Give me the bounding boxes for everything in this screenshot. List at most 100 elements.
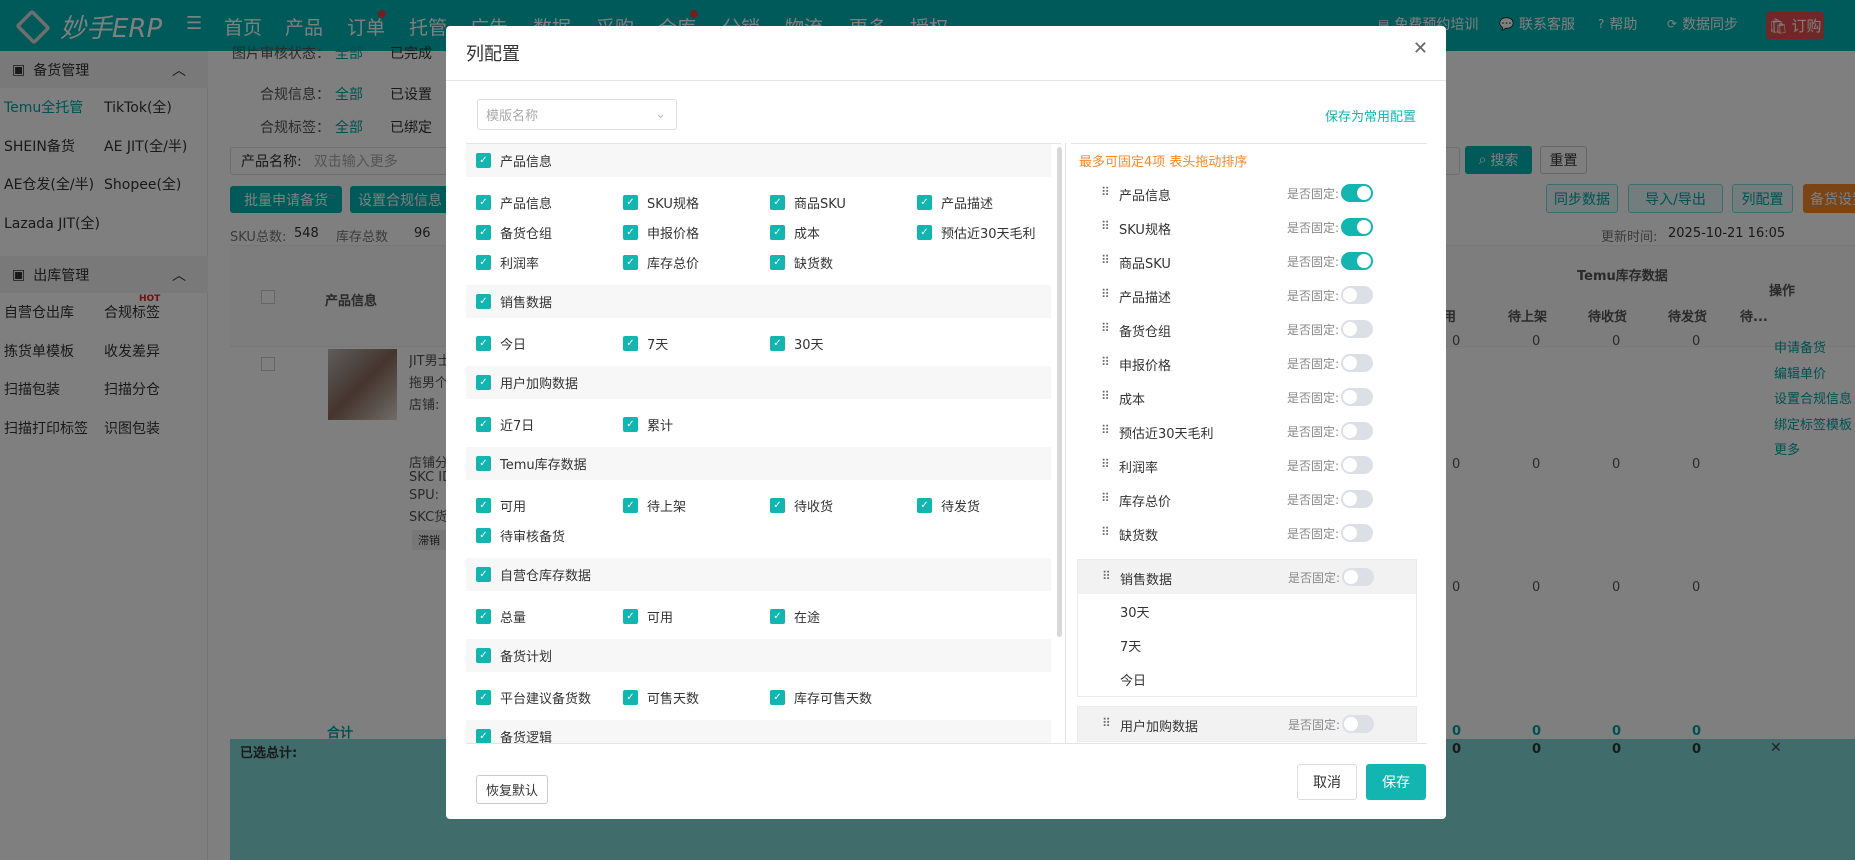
checkbox-checked-icon[interactable]: ✓	[770, 497, 785, 513]
pin-toggle[interactable]	[1341, 422, 1373, 440]
column-checkbox[interactable]: ✓ 可售天数	[623, 682, 770, 712]
column-checkbox[interactable]: ✓ 库存可售天数	[770, 682, 917, 712]
pin-toggle[interactable]	[1341, 388, 1373, 406]
drag-handle-icon[interactable]: ⠿	[1101, 525, 1110, 539]
checkbox-checked-icon[interactable]: ✓	[476, 335, 491, 351]
drag-handle-icon[interactable]: ⠿	[1101, 185, 1110, 199]
checkbox-checked-icon[interactable]: ✓	[476, 254, 491, 270]
drag-handle-icon[interactable]: ⠿	[1101, 219, 1110, 233]
column-checkbox[interactable]: ✓ 7天	[623, 328, 770, 358]
drag-handle-icon[interactable]: ⠿	[1102, 716, 1111, 730]
close-icon[interactable]: ✕	[1413, 38, 1428, 59]
checkbox-checked-icon[interactable]: ✓	[623, 608, 638, 624]
drag-handle-icon[interactable]: ⠿	[1101, 389, 1110, 403]
sortable-column[interactable]: ⠿ 用户加购数据 是否固定:	[1078, 707, 1416, 741]
pin-toggle[interactable]	[1341, 218, 1373, 236]
pin-toggle[interactable]	[1342, 715, 1374, 733]
sortable-subcolumn[interactable]: 7天	[1078, 628, 1416, 662]
column-checkbox[interactable]: ✓ 缺货数	[770, 247, 917, 277]
drag-handle-icon[interactable]: ⠿	[1102, 569, 1111, 583]
drag-handle-icon[interactable]: ⠿	[1101, 355, 1110, 369]
column-checkbox[interactable]: ✓ 今日	[476, 328, 623, 358]
checkbox-checked-icon[interactable]: ✓	[476, 648, 491, 663]
pin-toggle[interactable]	[1342, 568, 1374, 586]
pin-toggle[interactable]	[1341, 320, 1373, 338]
drag-handle-icon[interactable]: ⠿	[1101, 287, 1110, 301]
column-group-1[interactable]: ✓ 销售数据	[466, 285, 1051, 318]
pin-toggle[interactable]	[1341, 184, 1373, 202]
checkbox-checked-icon[interactable]: ✓	[476, 375, 491, 390]
column-checkbox[interactable]: ✓ 预估近30天毛利	[917, 217, 1061, 247]
checkbox-checked-icon[interactable]: ✓	[770, 224, 785, 240]
restore-default-button[interactable]: 恢复默认	[476, 775, 548, 804]
pin-toggle[interactable]	[1341, 354, 1373, 372]
column-checkbox[interactable]: ✓ 平台建议备货数	[476, 682, 623, 712]
checkbox-checked-icon[interactable]: ✓	[476, 689, 491, 705]
column-checkbox[interactable]: ✓ 产品信息	[476, 187, 623, 217]
checkbox-checked-icon[interactable]: ✓	[770, 335, 785, 351]
column-checkbox[interactable]: ✓ 近7日	[476, 409, 623, 439]
drag-handle-icon[interactable]: ⠿	[1101, 491, 1110, 505]
checkbox-checked-icon[interactable]: ✓	[476, 729, 491, 743]
checkbox-checked-icon[interactable]: ✓	[476, 153, 491, 168]
scrollbar[interactable]	[1057, 147, 1062, 637]
checkbox-checked-icon[interactable]: ✓	[476, 567, 491, 582]
checkbox-checked-icon[interactable]: ✓	[476, 194, 491, 210]
checkbox-checked-icon[interactable]: ✓	[917, 224, 932, 240]
checkbox-checked-icon[interactable]: ✓	[770, 194, 785, 210]
pin-toggle[interactable]	[1341, 252, 1373, 270]
cancel-button[interactable]: 取消	[1297, 764, 1357, 800]
checkbox-checked-icon[interactable]: ✓	[623, 254, 638, 270]
checkbox-checked-icon[interactable]: ✓	[476, 294, 491, 309]
column-checkbox[interactable]: ✓ 可用	[476, 490, 623, 520]
save-button[interactable]: 保存	[1366, 764, 1426, 800]
column-group-4[interactable]: ✓ 自营仓库存数据	[466, 558, 1051, 591]
checkbox-checked-icon[interactable]: ✓	[917, 194, 932, 210]
column-checkbox[interactable]: ✓ 在途	[770, 601, 917, 631]
pin-toggle[interactable]	[1341, 490, 1373, 508]
checkbox-checked-icon[interactable]: ✓	[917, 497, 932, 513]
column-checkbox[interactable]: ✓ 产品描述	[917, 187, 1061, 217]
checkbox-checked-icon[interactable]: ✓	[770, 608, 785, 624]
column-checkbox[interactable]: ✓ 可用	[623, 601, 770, 631]
column-checkbox[interactable]: ✓ 30天	[770, 328, 917, 358]
sortable-column[interactable]: ⠿ 销售数据 是否固定:	[1078, 560, 1416, 594]
checkbox-checked-icon[interactable]: ✓	[476, 497, 491, 513]
sortable-subcolumn[interactable]: 30天	[1078, 594, 1416, 628]
column-checkbox[interactable]: ✓ 申报价格	[623, 217, 770, 247]
checkbox-checked-icon[interactable]: ✓	[623, 224, 638, 240]
column-checkbox[interactable]: ✓ 待审核备货	[476, 520, 623, 550]
column-group-3[interactable]: ✓ Temu库存数据	[466, 447, 1051, 480]
sortable-group[interactable]: ⠿ 销售数据 是否固定: 30天 7天 今日	[1077, 559, 1417, 697]
sortable-subcolumn[interactable]: 今日	[1078, 662, 1416, 696]
pin-toggle[interactable]	[1341, 524, 1373, 542]
save-as-common-link[interactable]: 保存为常用配置	[1325, 106, 1416, 125]
template-select[interactable]: 模版名称 ⌄	[477, 99, 677, 130]
sortable-column[interactable]: ⠿ 备货仓组 是否固定:	[1071, 312, 1427, 346]
column-group-5[interactable]: ✓ 备货计划	[466, 639, 1051, 672]
sortable-column[interactable]: ⠿ 成本 是否固定:	[1071, 380, 1427, 414]
sortable-group[interactable]: ⠿ 用户加购数据 是否固定:	[1077, 706, 1417, 742]
sortable-column[interactable]: ⠿ 产品描述 是否固定:	[1071, 278, 1427, 312]
sortable-column[interactable]: ⠿ 商品SKU 是否固定:	[1071, 244, 1427, 278]
column-checkbox[interactable]: ✓ 成本	[770, 217, 917, 247]
column-checkbox[interactable]: ✓ SKU规格	[623, 187, 770, 217]
checkbox-checked-icon[interactable]: ✓	[770, 689, 785, 705]
checkbox-checked-icon[interactable]: ✓	[623, 194, 638, 210]
drag-handle-icon[interactable]: ⠿	[1101, 321, 1110, 335]
sortable-column[interactable]: ⠿ 利润率 是否固定:	[1071, 448, 1427, 482]
sortable-column[interactable]: ⠿ 预估近30天毛利 是否固定:	[1071, 414, 1427, 448]
column-checkbox[interactable]: ✓ 总量	[476, 601, 623, 631]
column-checkbox[interactable]: ✓ 商品SKU	[770, 187, 917, 217]
sortable-column[interactable]: ⠿ 申报价格 是否固定:	[1071, 346, 1427, 380]
column-checkbox[interactable]: ✓ 库存总价	[623, 247, 770, 277]
column-checkbox[interactable]: ✓ 利润率	[476, 247, 623, 277]
column-checkbox[interactable]: ✓ 待收货	[770, 490, 917, 520]
column-group-2[interactable]: ✓ 用户加购数据	[466, 366, 1051, 399]
sortable-column[interactable]: ⠿ 库存总价 是否固定:	[1071, 482, 1427, 516]
sortable-column[interactable]: ⠿ 缺货数 是否固定:	[1071, 516, 1427, 550]
column-checkbox[interactable]: ✓ 待上架	[623, 490, 770, 520]
column-group-6[interactable]: ✓ 备货逻辑	[466, 720, 1051, 743]
sortable-column[interactable]: ⠿ SKU规格 是否固定:	[1071, 210, 1427, 244]
checkbox-checked-icon[interactable]: ✓	[623, 335, 638, 351]
